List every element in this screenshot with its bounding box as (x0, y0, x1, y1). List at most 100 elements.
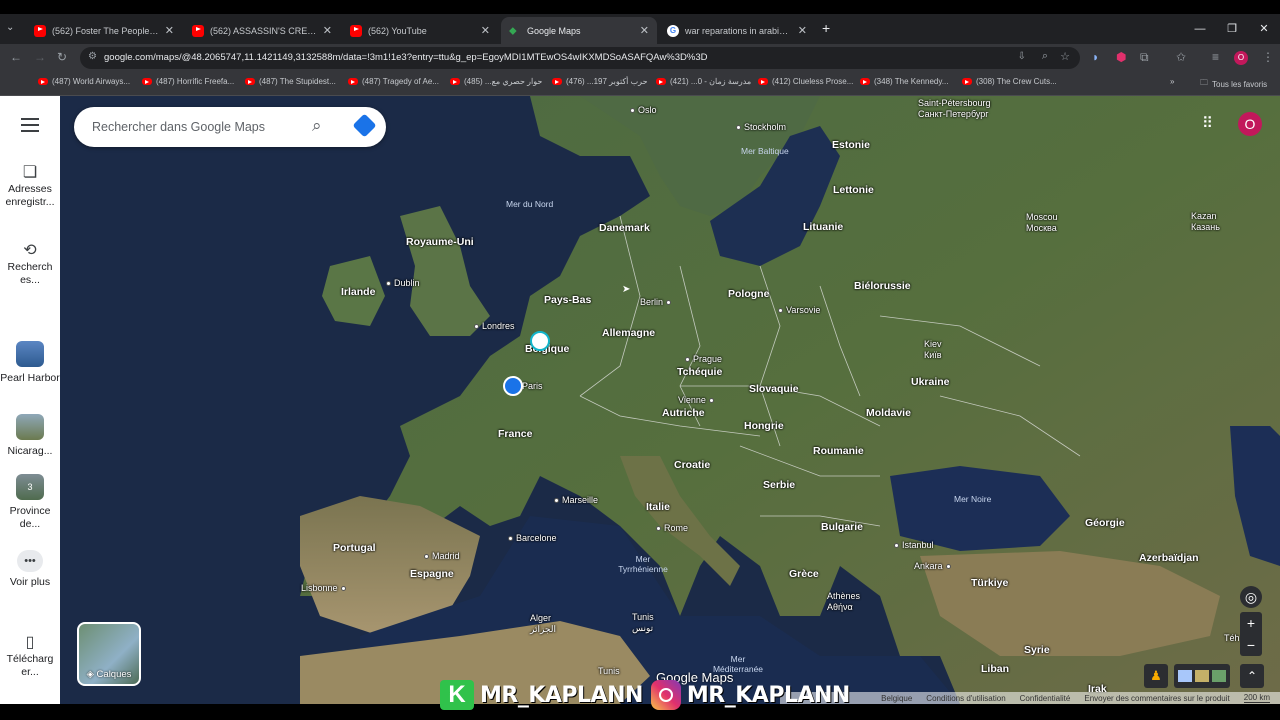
restore-icon[interactable]: ❐ (1216, 14, 1248, 44)
profile-avatar[interactable]: O (1234, 51, 1248, 65)
recent-place-province[interactable]: 3 Province de... (0, 474, 60, 531)
country-label[interactable]: Bulgarie (821, 521, 863, 533)
city-label[interactable]: Istanbul (894, 540, 934, 550)
country-label[interactable]: Moldavie (866, 407, 911, 419)
extension-icon-1[interactable]: ◗ (1092, 50, 1099, 64)
country-label[interactable]: Ukraine (911, 376, 950, 388)
bookmark-item[interactable]: (308) The Crew Cuts... (962, 77, 1057, 86)
forward-icon[interactable]: → (34, 50, 46, 64)
satellite-map[interactable]: Mer Baltique Mer du Nord Mer Noire Mer T… (60, 96, 1280, 704)
search-icon[interactable]: ⌕ (312, 116, 322, 136)
all-bookmarks-folder[interactable]: 🗀 Tous les favoris (1200, 77, 1267, 91)
scale-bar[interactable]: 200 km (1243, 693, 1270, 703)
more-button[interactable]: ••• Voir plus (0, 550, 60, 589)
menu-button[interactable] (21, 118, 39, 132)
bookmark-item[interactable]: (487) The Stupidest... (245, 77, 336, 86)
country-label[interactable]: Türkiye (971, 577, 1008, 589)
city-label[interactable]: Prague (685, 354, 722, 364)
bookmark-item[interactable]: (487) World Airways... (38, 77, 130, 86)
city-label[interactable]: Berlin (640, 297, 672, 307)
country-label[interactable]: Pays-Bas (544, 294, 591, 306)
saved-places-button[interactable]: ❏ Adresses enregistr... (0, 165, 60, 209)
country-label[interactable]: Italie (646, 501, 670, 513)
map-type-thumbnails[interactable] (1174, 664, 1230, 688)
expand-icon[interactable]: ⌃ (1240, 664, 1264, 688)
close-icon[interactable]: ✕ (323, 24, 332, 37)
new-tab-button[interactable]: + (822, 20, 830, 36)
country-label[interactable]: Croatie (674, 459, 710, 471)
zoom-icon[interactable]: ⌕ (1042, 50, 1048, 63)
tab-4-active[interactable]: ⬥ Google Maps ✕ (501, 17, 657, 44)
city-label[interactable]: Marseille (554, 495, 598, 505)
country-label[interactable]: Grèce (789, 568, 819, 580)
country-label[interactable]: Biélorussie (854, 280, 911, 292)
bookmark-item[interactable]: حرب أكتوبر 197... (476) (552, 77, 648, 86)
city-label-bilingual[interactable]: Kazan Казань (1191, 211, 1220, 233)
my-location-button[interactable]: ◎ (1240, 586, 1262, 608)
pegman-icon[interactable]: ♟ (1144, 664, 1168, 688)
zoom-out-button[interactable]: − (1240, 634, 1262, 656)
city-label-bilingual[interactable]: Tunis تونس (632, 612, 654, 634)
country-label[interactable]: Royaume-Uni (406, 236, 474, 248)
minimize-icon[interactable]: — (1184, 14, 1216, 44)
extension-icon-2[interactable]: ⬢ (1116, 50, 1126, 64)
saved-place-marker[interactable] (530, 331, 550, 351)
recent-button[interactable]: ⟲ Recherch es... (0, 243, 60, 287)
close-icon[interactable]: ✕ (165, 24, 174, 37)
bookmark-item[interactable]: (348) The Kennedy... (860, 77, 948, 86)
country-label[interactable]: Tchéquie (677, 366, 722, 378)
city-label[interactable]: Ankara (914, 561, 951, 571)
city-label[interactable]: Madrid (424, 551, 460, 561)
country-label[interactable]: Allemagne (602, 327, 655, 339)
country-label[interactable]: Géorgie (1085, 517, 1125, 529)
footer-terms-link[interactable]: Conditions d'utilisation (926, 694, 1005, 703)
close-window-icon[interactable]: ✕ (1248, 14, 1280, 44)
country-label[interactable]: Roumanie (813, 445, 864, 457)
city-label[interactable]: Paris (522, 381, 543, 391)
footer-feedback-link[interactable]: Envoyer des commentaires sur le produit (1084, 694, 1229, 703)
close-icon[interactable]: ✕ (798, 24, 807, 37)
country-label[interactable]: Portugal (333, 542, 376, 554)
tab-3[interactable]: (562) YouTube ✕ (342, 17, 498, 44)
city-label-bilingual[interactable]: Kiev Київ (924, 339, 942, 361)
bookmark-item[interactable]: حوار حصري مع... (485) (450, 77, 542, 86)
country-label[interactable]: Autriche (662, 407, 705, 419)
bookmark-item[interactable]: مدرسة زمان - 0... (421) (656, 77, 751, 86)
bookmarks-icon[interactable]: ✩ (1176, 50, 1186, 64)
bookmark-item[interactable]: (412) Clueless Prose... (758, 77, 853, 86)
address-bar[interactable]: ⚙ google.com/maps/@48.2065747,11.1421149… (80, 47, 1080, 69)
city-label[interactable]: Vienne (678, 395, 714, 405)
zoom-in-button[interactable]: + (1240, 612, 1262, 634)
city-label-bilingual[interactable]: Alger الجزائر (530, 613, 556, 635)
city-label-partial[interactable]: Tunis (598, 666, 620, 676)
country-label[interactable]: Espagne (410, 568, 454, 580)
tab-2[interactable]: (562) ASSASSIN'S CREED VALHA ✕ (184, 17, 340, 44)
city-label[interactable]: Stockholm (736, 122, 786, 132)
country-label[interactable]: Slovaquie (749, 383, 799, 395)
recent-place-pearl-harbor[interactable]: Pearl Harbor (0, 341, 60, 385)
country-label[interactable]: Liban (981, 663, 1009, 675)
menu-icon[interactable]: ⋮ (1262, 50, 1274, 64)
tab-1[interactable]: (562) Foster The People - Pump ✕ (26, 17, 182, 44)
search-input[interactable] (92, 117, 292, 137)
bookmark-item[interactable]: (487) Tragedy of Ae... (348, 77, 439, 86)
layers-button[interactable]: ◈ Calques (77, 622, 141, 686)
account-avatar[interactable]: O (1238, 112, 1262, 136)
saved-place-marker[interactable] (503, 376, 523, 396)
city-label[interactable]: Varsovie (778, 305, 820, 315)
site-info-icon[interactable]: ⚙ (88, 51, 97, 62)
country-label[interactable]: Azerbaïdjan (1139, 552, 1199, 564)
more-bookmarks-icon[interactable]: » (1170, 77, 1174, 86)
country-label[interactable]: Danemark (599, 222, 650, 234)
footer-privacy-link[interactable]: Confidentialité (1020, 694, 1071, 703)
country-label[interactable]: Serbie (763, 479, 795, 491)
country-label[interactable]: France (498, 428, 532, 440)
country-label[interactable]: Estonie (832, 139, 870, 151)
country-label[interactable]: Pologne (728, 288, 769, 300)
tab-5[interactable]: G war reparations in arabic - Goo ✕ (659, 17, 815, 44)
country-label[interactable]: Irlande (341, 286, 375, 298)
extensions-icon[interactable]: ⧉ (1140, 50, 1149, 65)
download-app-button[interactable]: ▯ Télécharg er... (0, 635, 60, 679)
country-label[interactable]: Hongrie (744, 420, 784, 432)
close-icon[interactable]: ✕ (481, 24, 490, 37)
